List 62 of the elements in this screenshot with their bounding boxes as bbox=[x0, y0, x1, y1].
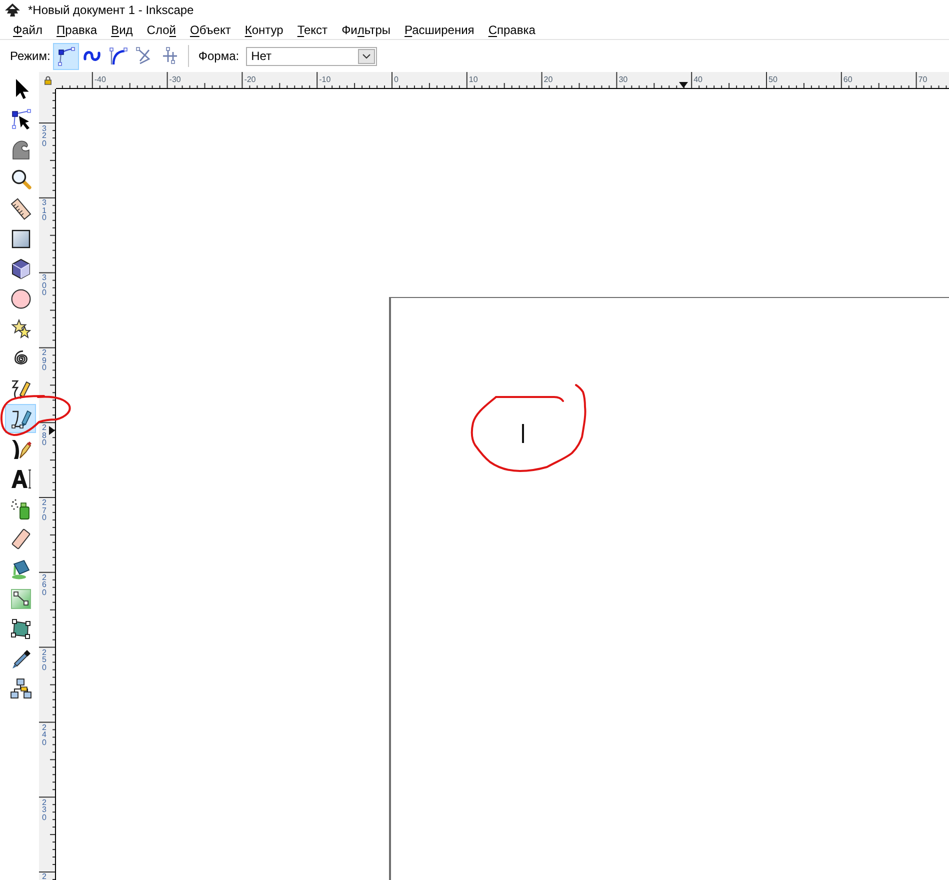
eyedropper-icon bbox=[10, 648, 32, 670]
paint-bucket-icon bbox=[10, 558, 32, 580]
window-title: *Новый документ 1 - Inkscape bbox=[28, 2, 194, 19]
ruler-label: -40 bbox=[94, 75, 106, 84]
ruler-label: 230 bbox=[42, 798, 46, 822]
menu-item[interactable]: Слой bbox=[140, 20, 183, 38]
menu-item[interactable]: Фильтры bbox=[334, 20, 398, 38]
ruler-label: 290 bbox=[42, 349, 46, 372]
menu-item[interactable]: Расширения bbox=[398, 20, 482, 38]
tool-button[interactable] bbox=[5, 404, 36, 433]
mesh-icon bbox=[10, 618, 32, 640]
ruler-label: -20 bbox=[244, 75, 256, 84]
menu-item[interactable]: Объект bbox=[182, 20, 238, 38]
shape-dropdown[interactable]: Нет bbox=[246, 46, 378, 66]
ruler-label: 10 bbox=[468, 75, 478, 84]
menu-item[interactable]: Контур bbox=[238, 20, 290, 38]
wave-icon bbox=[10, 138, 32, 160]
ruler-label: 20 bbox=[544, 75, 553, 84]
ruler-label: 40 bbox=[694, 75, 702, 84]
ruler-label: 310 bbox=[42, 199, 46, 222]
ruler-label: 280 bbox=[42, 424, 46, 447]
menu-item[interactable]: Справка bbox=[481, 20, 542, 38]
ruler-label: 50 bbox=[768, 75, 778, 84]
ruler-label: 70 bbox=[918, 75, 928, 84]
text-cursor-icon bbox=[522, 424, 524, 443]
spray-bottle-icon bbox=[10, 498, 32, 520]
curve-corner-icon bbox=[108, 46, 128, 66]
menu-item[interactable]: Файл bbox=[6, 20, 50, 38]
pencil-icon bbox=[10, 378, 32, 400]
ruler-label: 270 bbox=[42, 499, 46, 522]
mode-button[interactable] bbox=[53, 42, 80, 70]
magnifier-icon bbox=[10, 168, 32, 190]
letter-a-icon bbox=[10, 468, 32, 490]
lock-icon bbox=[44, 76, 52, 85]
calligraphy-pen-icon bbox=[10, 438, 32, 460]
ruler-label: 0 bbox=[394, 75, 398, 84]
menu-item[interactable]: Текст bbox=[290, 20, 335, 38]
diagram-icon bbox=[10, 678, 32, 700]
mode-label: Режим: bbox=[10, 48, 50, 65]
ruler-label: -10 bbox=[319, 75, 331, 84]
chevron-down-icon bbox=[358, 48, 376, 64]
shape-label: Форма: bbox=[198, 48, 240, 65]
circle-icon bbox=[10, 288, 32, 310]
menu-item[interactable]: Вид bbox=[104, 20, 140, 38]
logo-icon bbox=[4, 3, 21, 17]
cube-icon bbox=[10, 258, 32, 280]
square-icon bbox=[10, 228, 32, 250]
ruler-label: -30 bbox=[169, 75, 181, 84]
ruler-label: 260 bbox=[42, 574, 46, 596]
node-arrow-icon bbox=[10, 108, 32, 130]
ruler-label: 2 bbox=[42, 872, 46, 880]
ruler-label: 320 bbox=[42, 124, 46, 147]
ruler-label: 250 bbox=[42, 648, 46, 672]
ruler-label: 30 bbox=[618, 75, 628, 84]
stars-icon bbox=[10, 318, 32, 340]
ruler-label: 240 bbox=[42, 724, 46, 746]
ruler-label: 60 bbox=[843, 75, 852, 84]
gradient-icon bbox=[10, 588, 32, 610]
pen-nib-icon bbox=[10, 408, 32, 430]
menu-item[interactable]: Правка bbox=[50, 20, 104, 38]
bezier-node-icon bbox=[56, 46, 76, 66]
ruler-label: 300 bbox=[42, 274, 46, 297]
